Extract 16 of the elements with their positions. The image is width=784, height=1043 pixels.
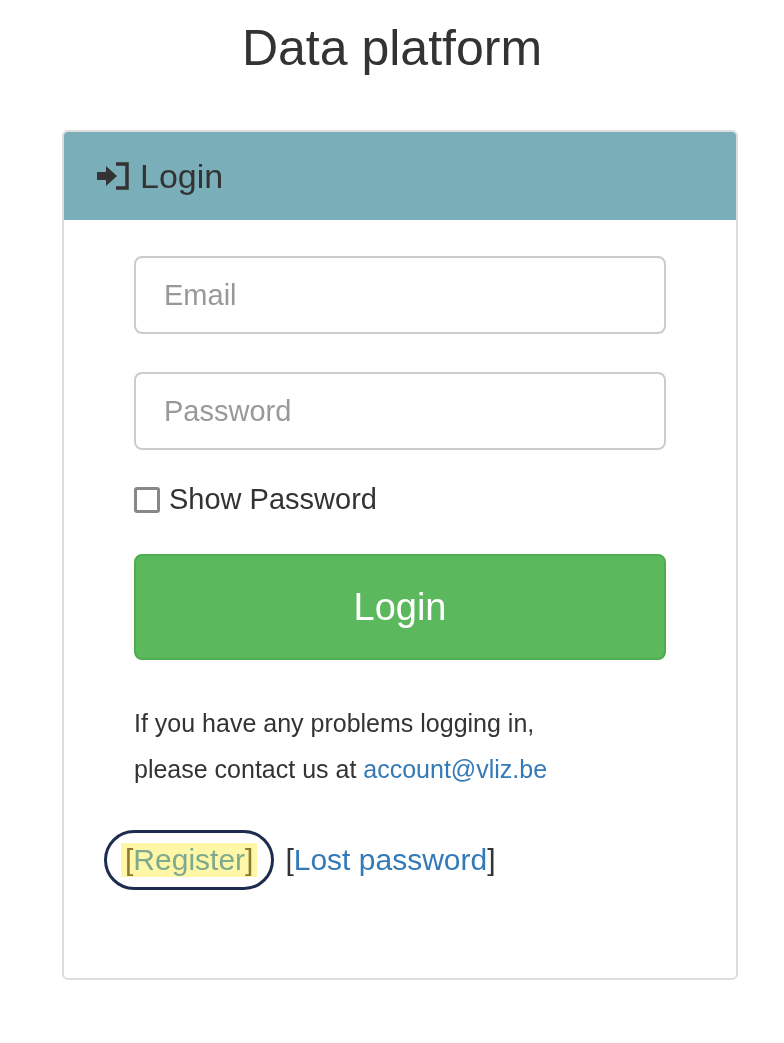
input-field[interactable]: Password xyxy=(134,372,666,450)
input-field[interactable]: Email xyxy=(134,256,666,334)
lost-password-link[interactable]: Lost password xyxy=(293,843,488,876)
panel-heading: Login xyxy=(140,156,224,196)
bracket: ] xyxy=(487,843,496,876)
bracket: ] xyxy=(245,843,254,876)
checkbox[interactable] xyxy=(134,486,160,513)
bracket: [ xyxy=(285,843,294,876)
sign-in-icon xyxy=(97,162,131,190)
login-button[interactable]: Login xyxy=(134,554,666,660)
help-text: If you have any problems logging in, please contact us at account@vliz.be xyxy=(134,708,549,785)
checkbox-label: Show Password xyxy=(169,483,377,516)
page-title: Data platform xyxy=(240,19,544,78)
bracket: [ xyxy=(125,843,134,876)
email-link[interactable]: account@vliz.be xyxy=(363,755,548,783)
register-link[interactable]: Register xyxy=(133,843,246,876)
